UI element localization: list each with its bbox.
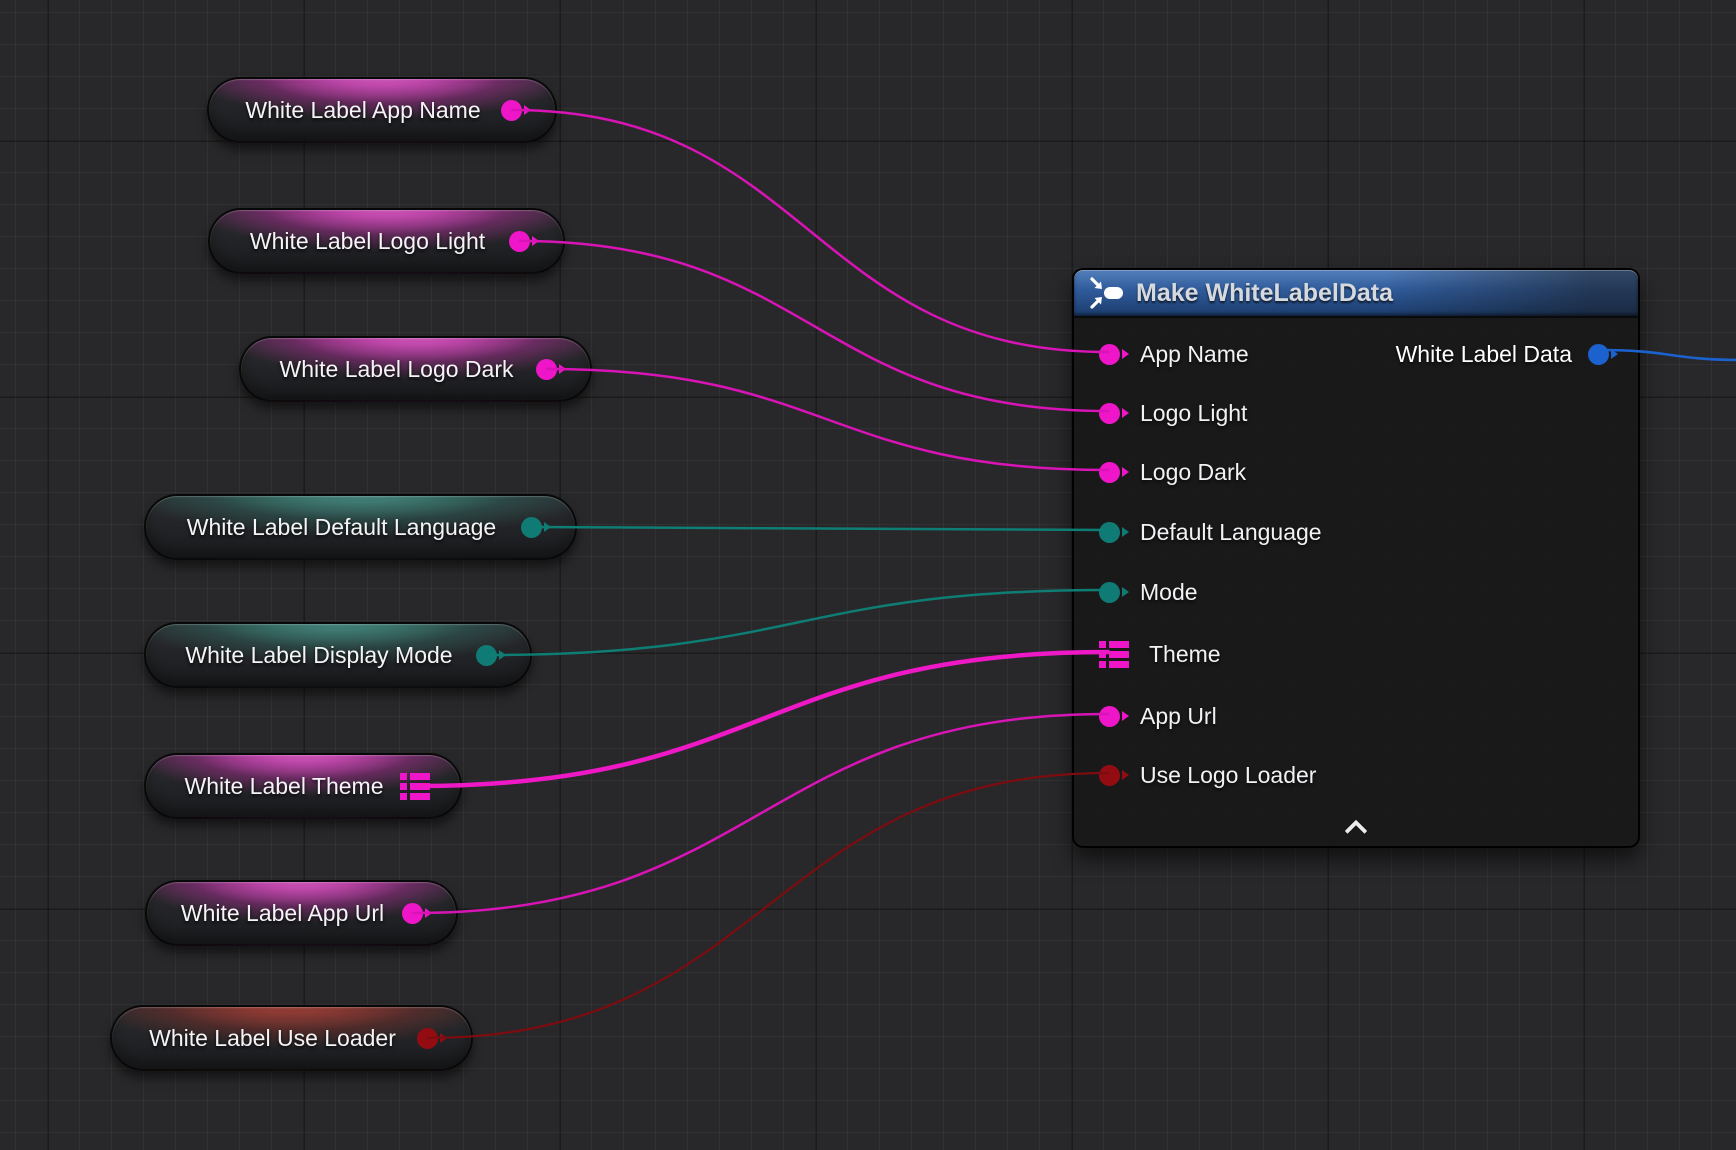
- input-pin-row-theme: Theme: [1099, 633, 1221, 675]
- variable-node-white-label-use-loader[interactable]: White Label Use Loader: [110, 1005, 473, 1071]
- input-pin-row-default-language: Default Language: [1099, 511, 1322, 553]
- variable-node-label: White Label Use Loader: [141, 1025, 442, 1052]
- input-pin-row-logo-dark: Logo Dark: [1099, 451, 1246, 493]
- wire-white-label-app-url[interactable]: [413, 714, 1108, 913]
- variable-node-label: White Label Default Language: [179, 514, 542, 541]
- make-node-title: Make WhiteLabelData: [1136, 279, 1393, 308]
- variable-node-white-label-logo-light[interactable]: White Label Logo Light: [208, 208, 565, 274]
- input-pin-label: Theme: [1149, 641, 1221, 668]
- input-pin-row-app-url: App Url: [1099, 695, 1217, 737]
- input-pin-row-use-logo-loader: Use Logo Loader: [1099, 754, 1316, 796]
- input-pin-row-app-name: App Name: [1099, 333, 1249, 375]
- variable-node-white-label-app-name[interactable]: White Label App Name: [207, 77, 557, 143]
- variable-node-white-label-logo-dark[interactable]: White Label Logo Dark: [239, 336, 592, 402]
- input-pin-label: App Name: [1140, 341, 1249, 368]
- enum-pin[interactable]: [1099, 522, 1120, 543]
- input-pin-row-logo-light: Logo Light: [1099, 392, 1247, 434]
- string-pin[interactable]: [1099, 706, 1120, 727]
- string-pin[interactable]: [1099, 403, 1120, 424]
- variable-node-label: White Label Theme: [176, 773, 429, 800]
- make-whitelabeldata-node[interactable]: Make WhiteLabelData App Name Logo Light Lo…: [1072, 268, 1640, 848]
- variable-node-label: White Label Display Mode: [177, 642, 498, 669]
- wire-white-label-display-mode[interactable]: [487, 590, 1108, 655]
- variable-node-label: White Label Logo Light: [242, 228, 531, 255]
- bool-pin[interactable]: [1099, 765, 1120, 786]
- blueprint-graph-canvas[interactable]: White Label App Name White Label Logo Lig…: [0, 0, 1736, 1150]
- variable-node-white-label-default-language[interactable]: White Label Default Language: [144, 494, 577, 560]
- chevron-up-icon[interactable]: [1339, 816, 1373, 840]
- output-pin-label: White Label Data: [1396, 341, 1572, 368]
- wire-white-label-logo-dark[interactable]: [547, 369, 1108, 470]
- variable-node-label: White Label Logo Dark: [272, 356, 560, 383]
- output-pin-row: White Label Data: [1396, 333, 1609, 375]
- input-pin-label: Use Logo Loader: [1140, 762, 1316, 789]
- variable-node-label: White Label App Url: [173, 900, 430, 927]
- input-pin-label: App Url: [1140, 703, 1217, 730]
- variable-node-label: White Label App Name: [237, 97, 526, 124]
- input-pin-label: Logo Light: [1140, 400, 1247, 427]
- wire-white-label-default-language[interactable]: [532, 527, 1108, 530]
- string-pin[interactable]: [1099, 344, 1120, 365]
- enum-pin[interactable]: [1099, 582, 1120, 603]
- wire-white-label-logo-light[interactable]: [520, 241, 1108, 411]
- variable-node-white-label-display-mode[interactable]: White Label Display Mode: [144, 622, 532, 688]
- input-pin-label: Mode: [1140, 579, 1198, 606]
- input-pin-label: Default Language: [1140, 519, 1322, 546]
- variable-node-white-label-theme[interactable]: White Label Theme: [144, 753, 462, 819]
- input-pin-label: Logo Dark: [1140, 459, 1246, 486]
- input-pin-row-mode: Mode: [1099, 571, 1198, 613]
- make-node-header[interactable]: Make WhiteLabelData: [1074, 270, 1638, 318]
- make-struct-icon: [1088, 275, 1124, 311]
- wire-white-label-use-loader[interactable]: [428, 773, 1108, 1038]
- variable-node-white-label-app-url[interactable]: White Label App Url: [145, 880, 458, 946]
- white-label-data-output-pin[interactable]: [1588, 344, 1609, 365]
- string-pin[interactable]: [1099, 462, 1120, 483]
- wire-white-label-app-name[interactable]: [512, 110, 1108, 352]
